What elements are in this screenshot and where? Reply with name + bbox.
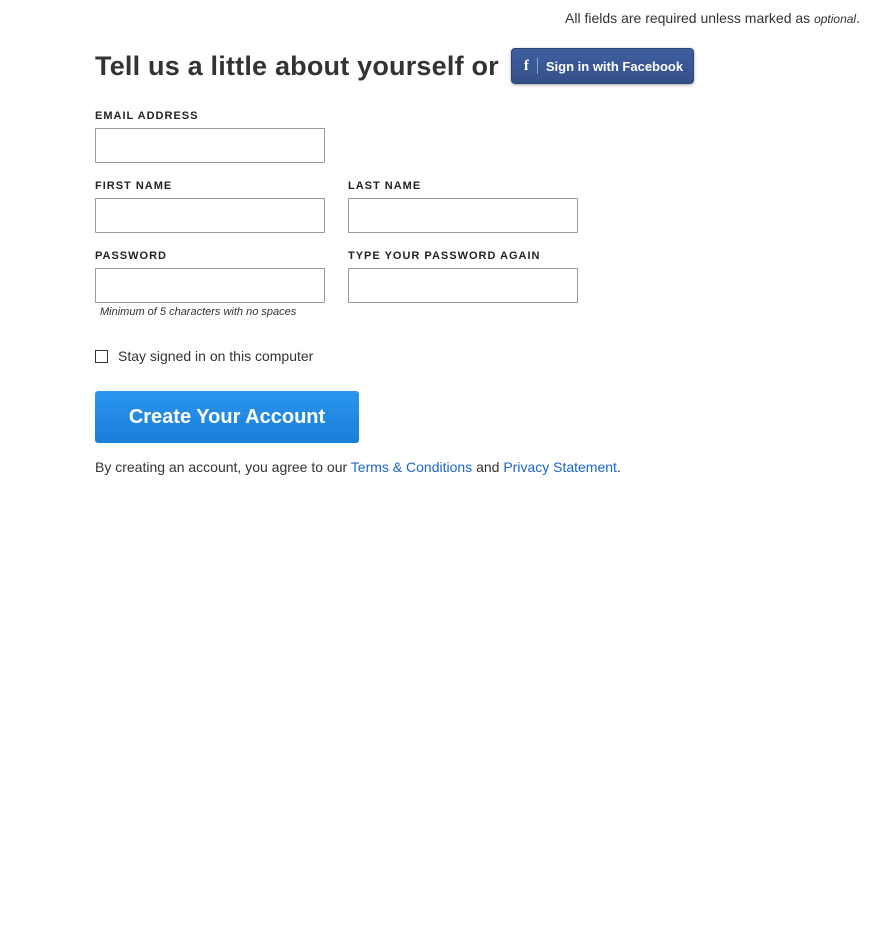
page-title: Tell us a little about yourself or (95, 50, 499, 81)
stay-signed-in-row: Stay signed in on this computer (95, 348, 313, 364)
password-hint: Minimum of 5 characters with no spaces (100, 306, 297, 318)
agreement-middle: and (472, 459, 504, 475)
page-header: Tell us a little about yourself or f Sig… (95, 48, 695, 84)
password-again-label: TYPE YOUR PASSWORD AGAIN (348, 250, 541, 262)
password-field-group: PASSWORD (95, 250, 325, 303)
email-label: EMAIL ADDRESS (95, 110, 199, 122)
email-field-group: EMAIL ADDRESS (95, 110, 325, 163)
terms-link[interactable]: Terms & Conditions (351, 459, 472, 475)
first-name-label: FIRST NAME (95, 180, 173, 192)
agreement-text: By creating an account, you agree to our… (95, 459, 621, 475)
first-name-input[interactable] (95, 198, 325, 233)
required-note-end: . (856, 10, 860, 26)
agreement-suffix: . (616, 459, 621, 475)
password-input[interactable] (95, 268, 325, 303)
facebook-icon: f (524, 58, 538, 74)
password-again-field-group: TYPE YOUR PASSWORD AGAIN (348, 250, 578, 303)
facebook-signin-button[interactable]: f Sign in with Facebook (510, 48, 695, 84)
required-fields-note: All fields are required unless marked as… (565, 10, 860, 26)
last-name-label: LAST NAME (348, 180, 422, 192)
required-note-text: All fields are required unless marked as (565, 10, 815, 26)
password-again-input[interactable] (348, 268, 578, 303)
stay-signed-in-checkbox[interactable] (95, 349, 108, 363)
facebook-signin-label: Sign in with Facebook (545, 58, 684, 74)
agreement-prefix: By creating an account, you agree to our (95, 459, 351, 475)
first-name-field-group: FIRST NAME (95, 180, 325, 233)
privacy-link[interactable]: Privacy Statement (503, 459, 617, 475)
email-input[interactable] (95, 128, 325, 163)
stay-signed-in-label[interactable]: Stay signed in on this computer (118, 348, 313, 364)
last-name-field-group: LAST NAME (348, 180, 578, 233)
password-label: PASSWORD (95, 250, 167, 262)
optional-word: optional (814, 12, 857, 26)
create-account-button[interactable]: Create Your Account (95, 391, 359, 443)
last-name-input[interactable] (348, 198, 578, 233)
